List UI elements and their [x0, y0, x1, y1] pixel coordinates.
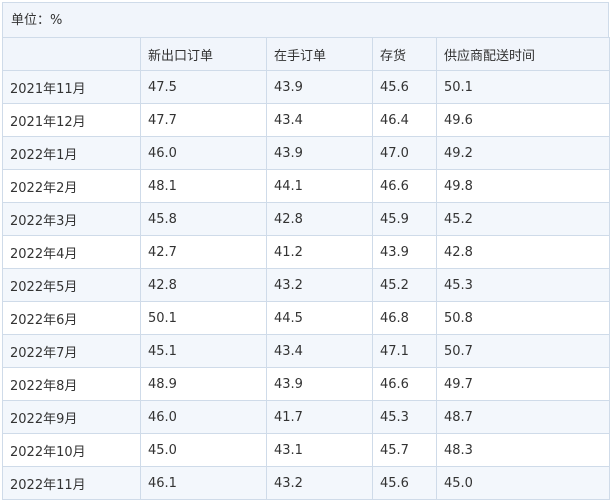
header-row: 新出口订单 在手订单 存货 供应商配送时间 — [2, 37, 610, 71]
cell-month: 2022年11月 — [2, 466, 141, 500]
cell-month: 2022年7月 — [2, 334, 141, 368]
table-row: 2022年7月 45.1 43.4 47.1 50.7 — [2, 334, 610, 368]
cell-new-export-orders: 50.1 — [140, 301, 267, 335]
indicator-table: 新出口订单 在手订单 存货 供应商配送时间 2021年11月 47.5 43.9 45… — [2, 37, 610, 500]
cell-month: 2021年12月 — [2, 103, 141, 137]
header-backlog-orders: 在手订单 — [266, 37, 373, 71]
table-row: 2022年5月 42.8 43.2 45.2 45.3 — [2, 268, 610, 302]
cell-inventory: 46.6 — [372, 169, 437, 203]
table-row: 2021年12月 47.7 43.4 46.4 49.6 — [2, 103, 610, 137]
cell-supplier-delivery-time: 42.8 — [436, 235, 610, 269]
cell-month: 2022年8月 — [2, 367, 141, 401]
data-table-container: 单位：% 新出口订单 在手订单 存货 供应商配送时间 2021年11月 47.5 4… — [2, 2, 610, 500]
cell-backlog-orders: 43.9 — [266, 70, 373, 104]
cell-new-export-orders: 42.7 — [140, 235, 267, 269]
cell-new-export-orders: 46.1 — [140, 466, 267, 500]
cell-backlog-orders: 43.4 — [266, 334, 373, 368]
cell-month: 2021年11月 — [2, 70, 141, 104]
cell-new-export-orders: 48.9 — [140, 367, 267, 401]
table-row: 2022年4月 42.7 41.2 43.9 42.8 — [2, 235, 610, 269]
cell-inventory: 45.2 — [372, 268, 437, 302]
cell-new-export-orders: 42.8 — [140, 268, 267, 302]
table-row: 2022年8月 48.9 43.9 46.6 49.7 — [2, 367, 610, 401]
table-row: 2022年6月 50.1 44.5 46.8 50.8 — [2, 301, 610, 335]
cell-supplier-delivery-time: 50.1 — [436, 70, 610, 104]
cell-backlog-orders: 43.9 — [266, 367, 373, 401]
cell-new-export-orders: 47.7 — [140, 103, 267, 137]
cell-backlog-orders: 42.8 — [266, 202, 373, 236]
table-row: 2021年11月 47.5 43.9 45.6 50.1 — [2, 70, 610, 104]
cell-supplier-delivery-time: 45.2 — [436, 202, 610, 236]
table-row: 2022年11月 46.1 43.2 45.6 45.0 — [2, 466, 610, 500]
header-new-export-orders: 新出口订单 — [140, 37, 267, 71]
cell-new-export-orders: 46.0 — [140, 400, 267, 434]
cell-supplier-delivery-time: 49.7 — [436, 367, 610, 401]
cell-inventory: 45.7 — [372, 433, 437, 467]
table-row: 2022年9月 46.0 41.7 45.3 48.7 — [2, 400, 610, 434]
cell-inventory: 47.0 — [372, 136, 437, 170]
table-row: 2022年1月 46.0 43.9 47.0 49.2 — [2, 136, 610, 170]
cell-supplier-delivery-time: 50.7 — [436, 334, 610, 368]
cell-inventory: 45.6 — [372, 70, 437, 104]
header-supplier-delivery-time: 供应商配送时间 — [436, 37, 610, 71]
cell-backlog-orders: 43.2 — [266, 466, 373, 500]
cell-backlog-orders: 43.2 — [266, 268, 373, 302]
cell-month: 2022年10月 — [2, 433, 141, 467]
cell-inventory: 45.6 — [372, 466, 437, 500]
cell-new-export-orders: 46.0 — [140, 136, 267, 170]
cell-new-export-orders: 47.5 — [140, 70, 267, 104]
header-inventory: 存货 — [372, 37, 437, 71]
cell-month: 2022年3月 — [2, 202, 141, 236]
cell-backlog-orders: 44.1 — [266, 169, 373, 203]
cell-backlog-orders: 43.1 — [266, 433, 373, 467]
cell-inventory: 46.8 — [372, 301, 437, 335]
cell-backlog-orders: 41.2 — [266, 235, 373, 269]
cell-inventory: 46.4 — [372, 103, 437, 137]
table-row: 2022年10月 45.0 43.1 45.7 48.3 — [2, 433, 610, 467]
table-body: 2021年11月 47.5 43.9 45.6 50.1 2021年12月 47.7 43.4… — [2, 70, 610, 500]
cell-supplier-delivery-time: 45.0 — [436, 466, 610, 500]
cell-backlog-orders: 41.7 — [266, 400, 373, 434]
cell-inventory: 45.9 — [372, 202, 437, 236]
cell-month: 2022年2月 — [2, 169, 141, 203]
cell-supplier-delivery-time: 48.7 — [436, 400, 610, 434]
cell-new-export-orders: 45.1 — [140, 334, 267, 368]
cell-supplier-delivery-time: 45.3 — [436, 268, 610, 302]
cell-supplier-delivery-time: 48.3 — [436, 433, 610, 467]
unit-label: 单位：% — [2, 2, 609, 37]
cell-inventory: 45.3 — [372, 400, 437, 434]
cell-supplier-delivery-time: 49.6 — [436, 103, 610, 137]
cell-supplier-delivery-time: 49.2 — [436, 136, 610, 170]
cell-supplier-delivery-time: 49.8 — [436, 169, 610, 203]
cell-backlog-orders: 43.4 — [266, 103, 373, 137]
cell-month: 2022年1月 — [2, 136, 141, 170]
table-row: 2022年2月 48.1 44.1 46.6 49.8 — [2, 169, 610, 203]
cell-new-export-orders: 45.0 — [140, 433, 267, 467]
cell-inventory: 43.9 — [372, 235, 437, 269]
cell-new-export-orders: 48.1 — [140, 169, 267, 203]
cell-backlog-orders: 43.9 — [266, 136, 373, 170]
header-month — [2, 37, 141, 71]
cell-month: 2022年9月 — [2, 400, 141, 434]
cell-month: 2022年6月 — [2, 301, 141, 335]
cell-month: 2022年4月 — [2, 235, 141, 269]
cell-new-export-orders: 45.8 — [140, 202, 267, 236]
cell-supplier-delivery-time: 50.8 — [436, 301, 610, 335]
cell-month: 2022年5月 — [2, 268, 141, 302]
table-row: 2022年3月 45.8 42.8 45.9 45.2 — [2, 202, 610, 236]
cell-inventory: 47.1 — [372, 334, 437, 368]
cell-inventory: 46.6 — [372, 367, 437, 401]
cell-backlog-orders: 44.5 — [266, 301, 373, 335]
